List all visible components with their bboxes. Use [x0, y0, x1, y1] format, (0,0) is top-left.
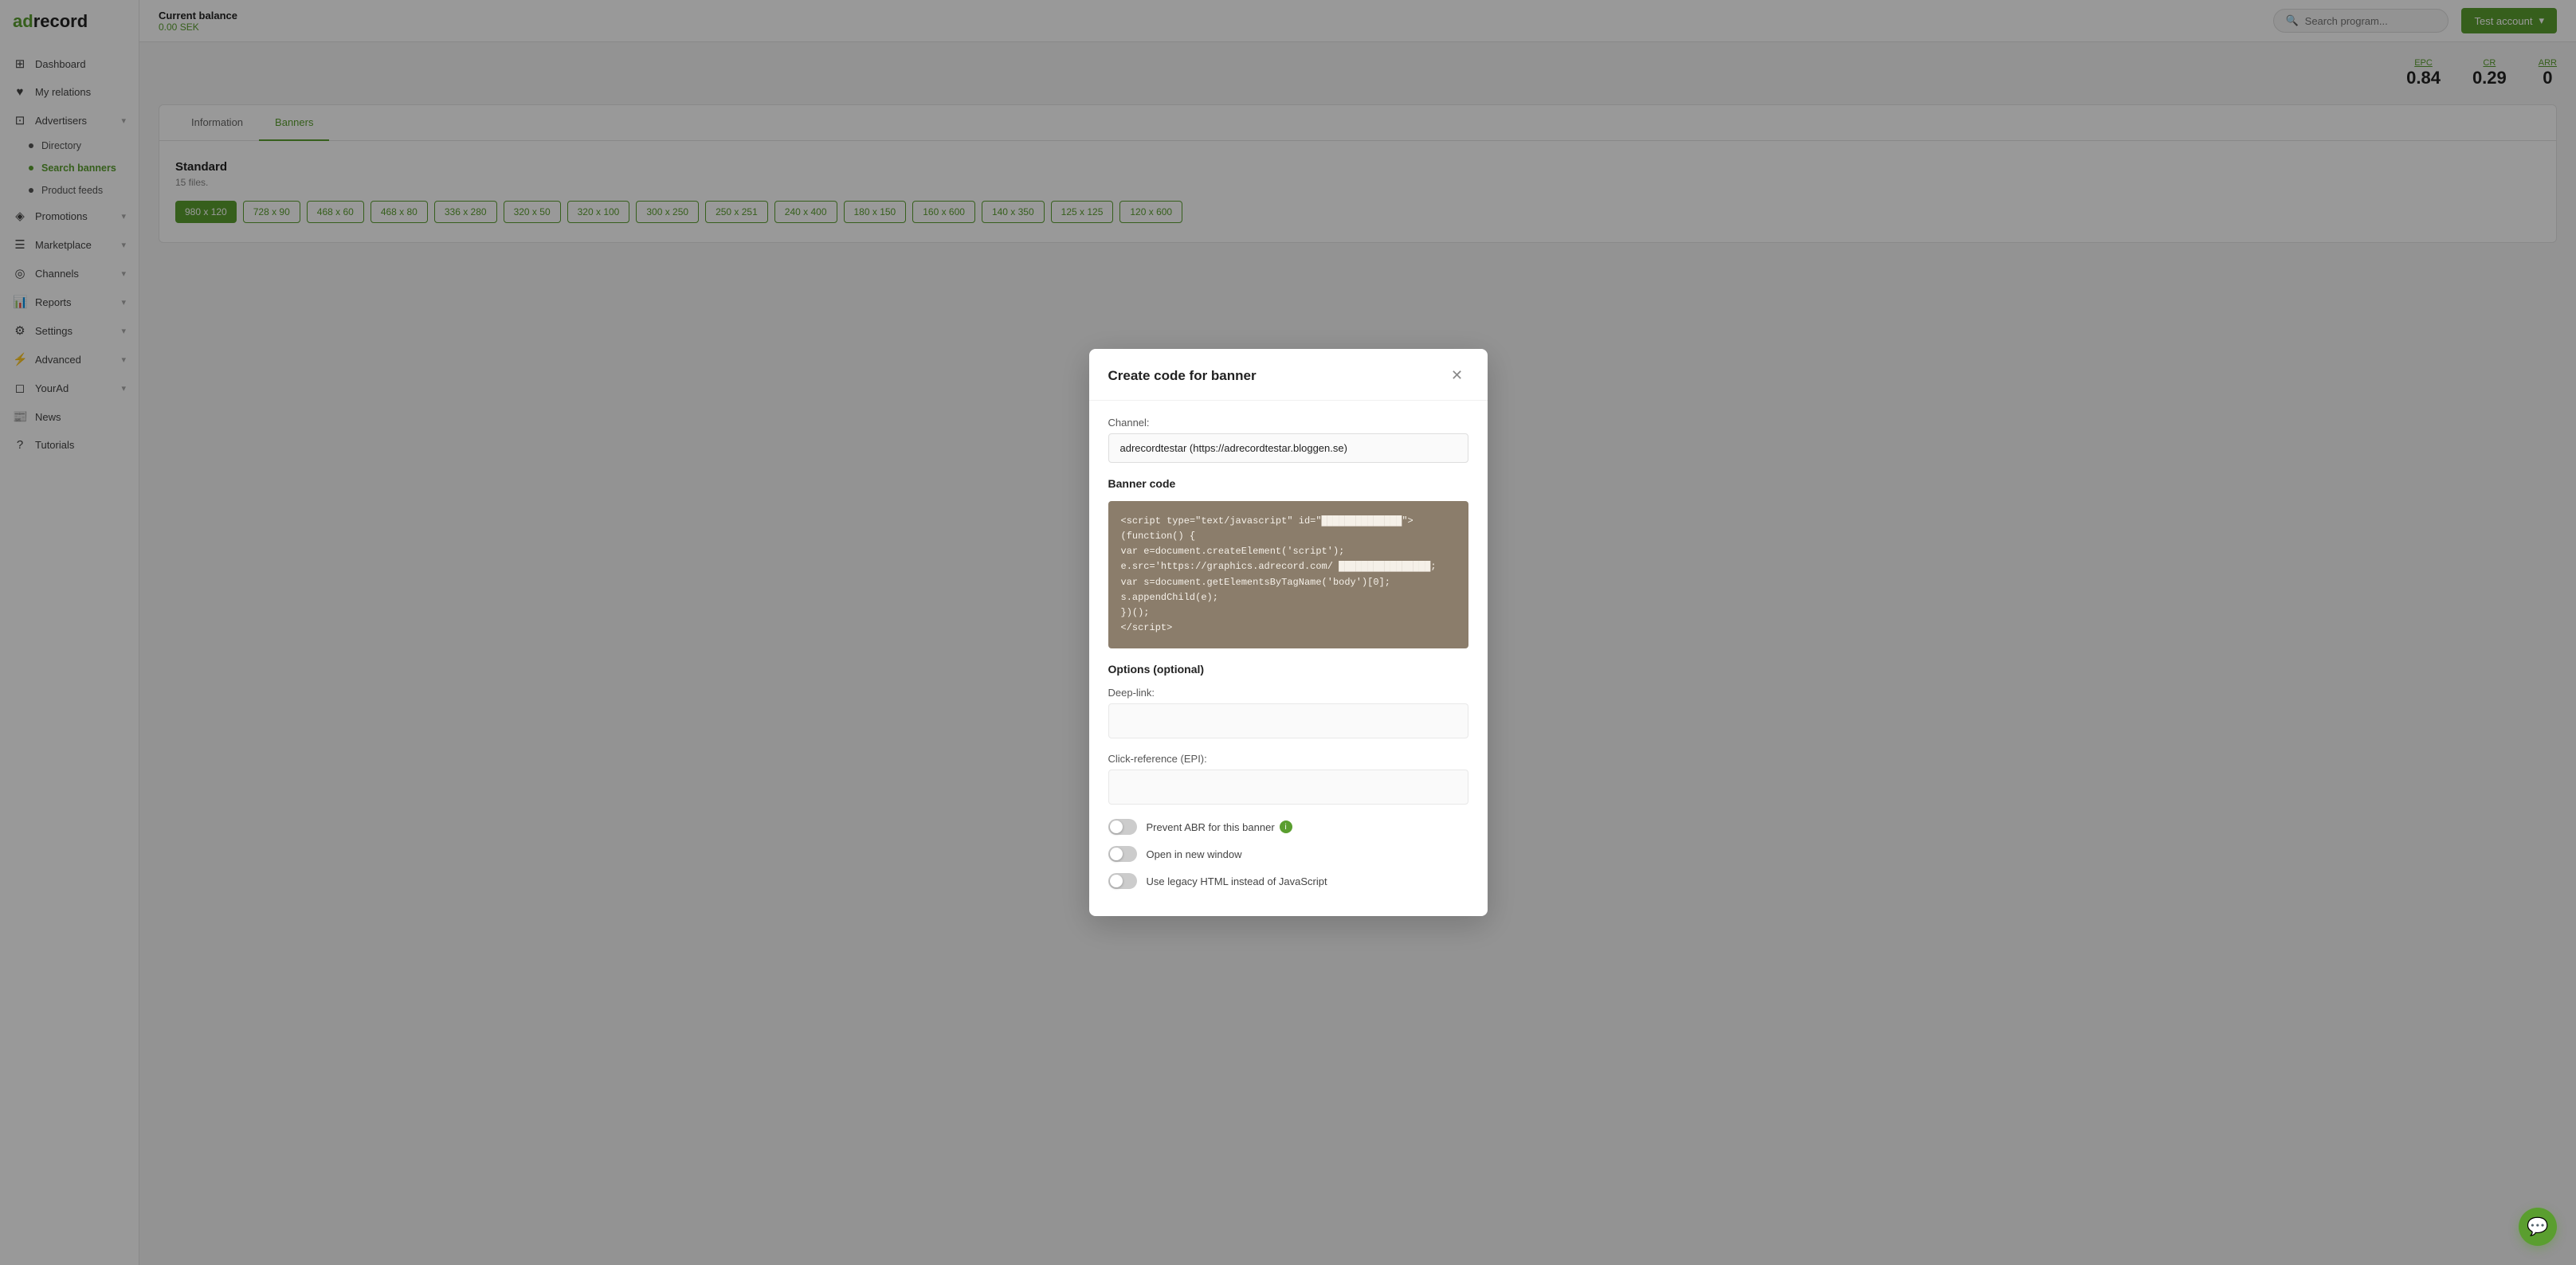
banner-code-group: Banner code <script type="text/javascrip… [1108, 477, 1468, 649]
prevent-abr-label: Prevent ABR for this banner i [1147, 820, 1292, 833]
use-legacy-html-row: Use legacy HTML instead of JavaScript [1108, 873, 1468, 889]
modal-close-button[interactable]: ✕ [1446, 365, 1468, 387]
prevent-abr-row: Prevent ABR for this banner i [1108, 819, 1468, 835]
prevent-abr-toggle[interactable] [1108, 819, 1137, 835]
options-title: Options (optional) [1108, 663, 1468, 676]
create-banner-modal: Create code for banner ✕ Channel: Banner… [1089, 349, 1488, 917]
chat-button[interactable]: 💬 [2519, 1208, 2557, 1246]
modal-title: Create code for banner [1108, 368, 1257, 384]
modal-overlay[interactable]: Create code for banner ✕ Channel: Banner… [0, 0, 2576, 1265]
open-new-window-toggle[interactable] [1108, 846, 1137, 862]
banner-code-block: <script type="text/javascript" id="█████… [1108, 501, 1468, 649]
modal-header: Create code for banner ✕ [1089, 349, 1488, 401]
click-ref-group: Click-reference (EPI): [1108, 753, 1468, 805]
modal-body: Channel: Banner code <script type="text/… [1089, 401, 1488, 917]
info-icon[interactable]: i [1280, 820, 1292, 833]
open-new-window-label: Open in new window [1147, 848, 1242, 860]
deep-link-label: Deep-link: [1108, 687, 1468, 699]
open-new-window-row: Open in new window [1108, 846, 1468, 862]
use-legacy-html-label: Use legacy HTML instead of JavaScript [1147, 875, 1327, 887]
channel-label: Channel: [1108, 417, 1468, 429]
deep-link-group: Deep-link: [1108, 687, 1468, 738]
use-legacy-html-toggle[interactable] [1108, 873, 1137, 889]
chat-icon: 💬 [2527, 1216, 2548, 1237]
options-section: Options (optional) Deep-link: Click-refe… [1108, 663, 1468, 889]
click-ref-input[interactable] [1108, 770, 1468, 805]
click-ref-label: Click-reference (EPI): [1108, 753, 1468, 765]
banner-code-label: Banner code [1108, 477, 1468, 490]
deep-link-input[interactable] [1108, 703, 1468, 738]
channel-input[interactable] [1108, 433, 1468, 463]
channel-group: Channel: [1108, 417, 1468, 463]
